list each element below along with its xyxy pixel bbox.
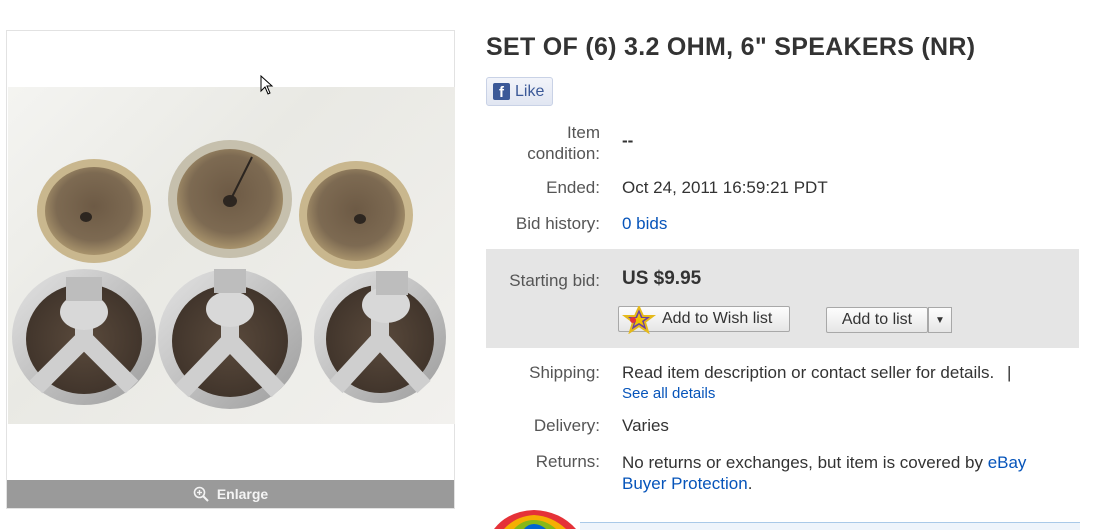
item-image-panel: Enlarge bbox=[6, 30, 455, 509]
returns-label: Returns: bbox=[535, 452, 600, 471]
delivery-label: Delivery: bbox=[533, 416, 600, 435]
mouse-cursor-icon bbox=[260, 75, 274, 95]
speaker-front-2 bbox=[168, 140, 292, 258]
speaker-front-1 bbox=[37, 159, 151, 263]
speaker-front-3 bbox=[299, 161, 413, 269]
facebook-like-button[interactable]: f Like bbox=[486, 77, 554, 106]
condition-label-line1: Item bbox=[566, 123, 600, 142]
condition-value: -- bbox=[622, 131, 634, 150]
shipping-text: Read item description or contact seller … bbox=[622, 363, 995, 382]
buyer-protection-link[interactable]: Buyer Protection bbox=[622, 474, 748, 493]
buyer-protection-logo-icon bbox=[494, 510, 576, 529]
enlarge-button[interactable]: Enlarge bbox=[7, 480, 454, 508]
bid-box bbox=[486, 249, 1079, 348]
add-to-wish-list-button[interactable]: Add to Wish list bbox=[618, 305, 790, 334]
bid-history-label: Bid history: bbox=[515, 214, 600, 233]
condition-label: Item condition: bbox=[527, 122, 600, 164]
add-to-list-button[interactable]: Add to list bbox=[826, 307, 928, 333]
delivery-value: Varies bbox=[622, 416, 669, 435]
starting-bid-value: US $9.95 bbox=[622, 268, 702, 289]
returns-period: . bbox=[747, 474, 753, 493]
ebay-link-part1[interactable]: eBay bbox=[988, 453, 1027, 472]
speaker-back-1 bbox=[12, 269, 156, 405]
ended-value: Oct 24, 2011 16:59:21 PDT bbox=[622, 178, 828, 197]
shipping-label: Shipping: bbox=[529, 363, 600, 382]
speaker-back-2 bbox=[158, 269, 302, 409]
add-to-list-label: Add to list bbox=[841, 311, 913, 328]
wish-list-label: Add to Wish list bbox=[662, 310, 773, 327]
bid-history-link[interactable]: 0 bids bbox=[622, 214, 667, 234]
item-photo[interactable] bbox=[8, 87, 455, 424]
enlarge-label: Enlarge bbox=[216, 486, 269, 502]
see-all-details-link[interactable]: See all details bbox=[622, 385, 715, 402]
facebook-icon: f bbox=[493, 83, 510, 100]
add-to-list-dropdown[interactable]: ▼ bbox=[928, 307, 952, 333]
chevron-down-icon: ▼ bbox=[935, 314, 945, 326]
shipping-value: Read item description or contact seller … bbox=[622, 363, 1011, 383]
ended-label: Ended: bbox=[546, 178, 600, 197]
condition-label-line2: condition: bbox=[527, 144, 600, 163]
star-icon bbox=[622, 305, 656, 334]
like-label: Like bbox=[515, 82, 545, 100]
starting-bid-label: Starting bid: bbox=[509, 271, 600, 290]
item-title: SET OF (6) 3.2 OHM, 6" SPEAKERS (NR) bbox=[486, 33, 976, 61]
shipping-separator: | bbox=[1007, 363, 1012, 382]
returns-value: No returns or exchanges, but item is cov… bbox=[622, 452, 1026, 494]
returns-text: No returns or exchanges, but item is cov… bbox=[622, 453, 983, 472]
speaker-back-3 bbox=[314, 271, 446, 403]
zoom-icon bbox=[193, 486, 209, 502]
